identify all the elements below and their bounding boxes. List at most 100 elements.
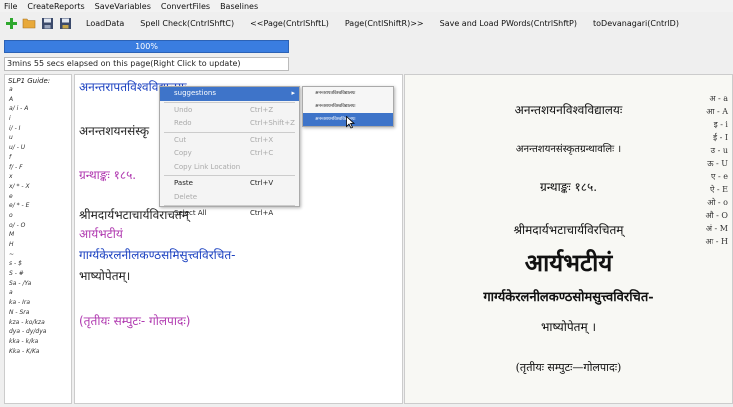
context-menu-item-copy: Copy Ctrl+C (160, 147, 299, 161)
save-load-pwords-button[interactable]: Save and Load PWords(CntrlShftP) (432, 19, 585, 28)
menu-separator (164, 175, 295, 176)
context-menu-item-suggestions[interactable]: suggestions ▸ (160, 87, 299, 101)
guide-row: kka - k/ka (9, 337, 39, 345)
scan-line: अनन्तशयनसंस्कृतग्रन्थावलिः । (515, 144, 622, 155)
editor-line[interactable]: भाष्योपेतम्। (79, 267, 130, 284)
menu-save-variables[interactable]: SaveVariables (91, 2, 157, 11)
scan-side-mark: ओ - o (707, 198, 728, 207)
guide-row: H (9, 241, 14, 248)
menu-item-label: Paste (174, 179, 193, 187)
guide-row: kza - ko/kza (9, 318, 45, 326)
guide-row: i/ - I (9, 124, 21, 132)
menu-baselines[interactable]: Baselines (216, 2, 264, 11)
menu-item-label: suggestions (174, 89, 216, 97)
menu-separator (164, 131, 295, 133)
guide-row: i (9, 115, 11, 123)
next-page-button[interactable]: Page(CntlShiftR)>> (337, 19, 432, 28)
scan-side-mark: अ - a (709, 94, 728, 103)
prev-page-button[interactable]: <<Page(CntrlShftL) (242, 19, 337, 28)
save-icon[interactable] (40, 16, 54, 30)
editor-line[interactable]: गार्ग्यकेरलनीलकण्ठसमिसुत्त्वविरचित- (79, 246, 236, 263)
scan-line: अनन्तशयनविश्वविद्यालयः (514, 103, 623, 117)
elapsed-time-status[interactable]: 3mins 55 secs elapsed on this page(Right… (4, 57, 289, 71)
guide-row: a/ i - A (9, 105, 29, 113)
guide-row: o (9, 211, 13, 219)
scan-line: श्रीमदार्यभटाचार्यविरचितम् (513, 223, 624, 237)
menu-item-shortcut: Ctrl+V (250, 179, 274, 187)
suggestion-item[interactable]: अनन्तशयनविश्वविद्यालयः (303, 100, 393, 113)
guide-row: o/ - O (9, 221, 26, 229)
scan-line: भाष्योपेतम् । (540, 320, 597, 334)
guide-row: f (9, 153, 12, 161)
editor-line[interactable]: आर्यभटीयं (79, 225, 123, 242)
menu-convert-files[interactable]: ConvertFiles (157, 2, 216, 11)
context-menu-item-redo: Redo Ctrl+Shift+Z (160, 117, 299, 131)
context-menu-item-undo: Undo Ctrl+Z (160, 104, 299, 118)
guide-row: Sa - /Ya (9, 279, 32, 287)
submenu-arrow-icon: ▸ (291, 89, 295, 97)
menu-item-shortcut: Ctrl+A (250, 209, 274, 217)
scan-side-mark: उ - u (710, 146, 728, 155)
guide-row: e/ * - E (9, 202, 30, 210)
context-menu-item-cut: Cut Ctrl+X (160, 134, 299, 148)
slp1-guide-panel: SLP1 Guide: a Aa/ i - Ai i/ - Iu u/ - Uf f/ … (4, 74, 72, 404)
menu-bar: File CreateReports SaveVariables Convert… (0, 0, 733, 12)
scanned-page-image: अनन्तशयनविश्वविद्यालयः अनन्तशयनसंस्कृतग्… (404, 74, 733, 404)
guide-row: u (9, 134, 13, 142)
save-as-icon[interactable] (58, 16, 72, 30)
menu-item-shortcut: Ctrl+Shift+Z (250, 119, 295, 127)
editor-line[interactable]: ग्रन्थाङ्कः १८५. (79, 166, 136, 183)
editor-line[interactable]: (तृतीयः सम्पुटः- गोलपादः) (79, 312, 190, 329)
scan-side-mark: आ - A (706, 107, 728, 116)
to-devanagari-button[interactable]: toDevanagari(CntrlD) (585, 19, 687, 28)
guide-row: x/ * - X (9, 182, 30, 190)
open-folder-icon[interactable] (22, 16, 36, 30)
menu-item-shortcut: Ctrl+X (250, 135, 274, 144)
guide-row: u/ - U (9, 144, 26, 152)
scan-side-mark: ऐ - E (709, 185, 728, 194)
context-menu-item-paste[interactable]: Paste Ctrl+V (160, 177, 299, 191)
scan-side-mark: ए - e (711, 172, 728, 181)
scan-line: गार्ग्यकेरलनीलकण्ठसोमसुत्त्वविरचित- (483, 290, 654, 305)
progress-bar: 100% (4, 40, 289, 53)
scan-line: ग्रन्थाङ्कः १८५. (539, 180, 598, 194)
menu-item-label: Select All (174, 209, 207, 217)
guide-row: S - # (9, 270, 24, 278)
context-menu-item-select-all[interactable]: Select All Ctrl+A (160, 207, 299, 221)
menu-separator (164, 101, 295, 103)
scan-side-mark: अः - H (705, 237, 729, 246)
scan-side-mark: अं - M (705, 224, 728, 233)
menu-item-label: Delete (174, 192, 197, 201)
guide-row: f/ - F (9, 163, 23, 171)
guide-row: Kka - K/Ka (9, 347, 40, 355)
guide-row: ~ (9, 250, 15, 258)
guide-row: N - Sra (9, 308, 30, 316)
menu-create-reports[interactable]: CreateReports (23, 2, 90, 11)
scan-line: (तृतीयः सम्पुटः—गोलपादः) (515, 361, 622, 374)
menu-item-shortcut: Ctrl+Z (250, 105, 274, 114)
menu-file[interactable]: File (0, 2, 23, 11)
context-menu-item-delete: Delete (160, 191, 299, 205)
guide-row: s - $ (9, 260, 22, 268)
menu-item-label: Redo (174, 119, 192, 127)
guide-row: M (9, 231, 15, 239)
scan-side-mark: इ - i (713, 120, 728, 129)
guide-row: x (9, 173, 13, 181)
scan-side-mark: औ - O (705, 211, 728, 220)
menu-item-label: Copy (174, 149, 192, 157)
menu-item-label: Undo (174, 105, 193, 114)
menu-separator (164, 205, 295, 206)
suggestion-item[interactable]: अनन्तरापतविश्वविद्यालयः (303, 87, 393, 100)
scan-side-mark: ई - I (713, 133, 728, 142)
editor-line[interactable]: अनन्तशयनसंस्कृ (79, 122, 149, 139)
guide-title: SLP1 Guide: (8, 77, 51, 85)
load-data-button[interactable]: LoadData (78, 19, 132, 28)
scan-title: आर्यभटीयं (524, 248, 613, 277)
menu-item-label: Copy Link Location (174, 162, 241, 171)
scan-side-mark: ऊ - U (707, 159, 728, 168)
guide-row: a (9, 86, 13, 93)
add-icon[interactable] (4, 16, 18, 30)
context-menu-item-copy-link-location: Copy Link Location (160, 161, 299, 175)
spell-check-button[interactable]: Spell Check(CntrlShftC) (132, 19, 242, 28)
menu-item-label: Cut (174, 135, 187, 144)
